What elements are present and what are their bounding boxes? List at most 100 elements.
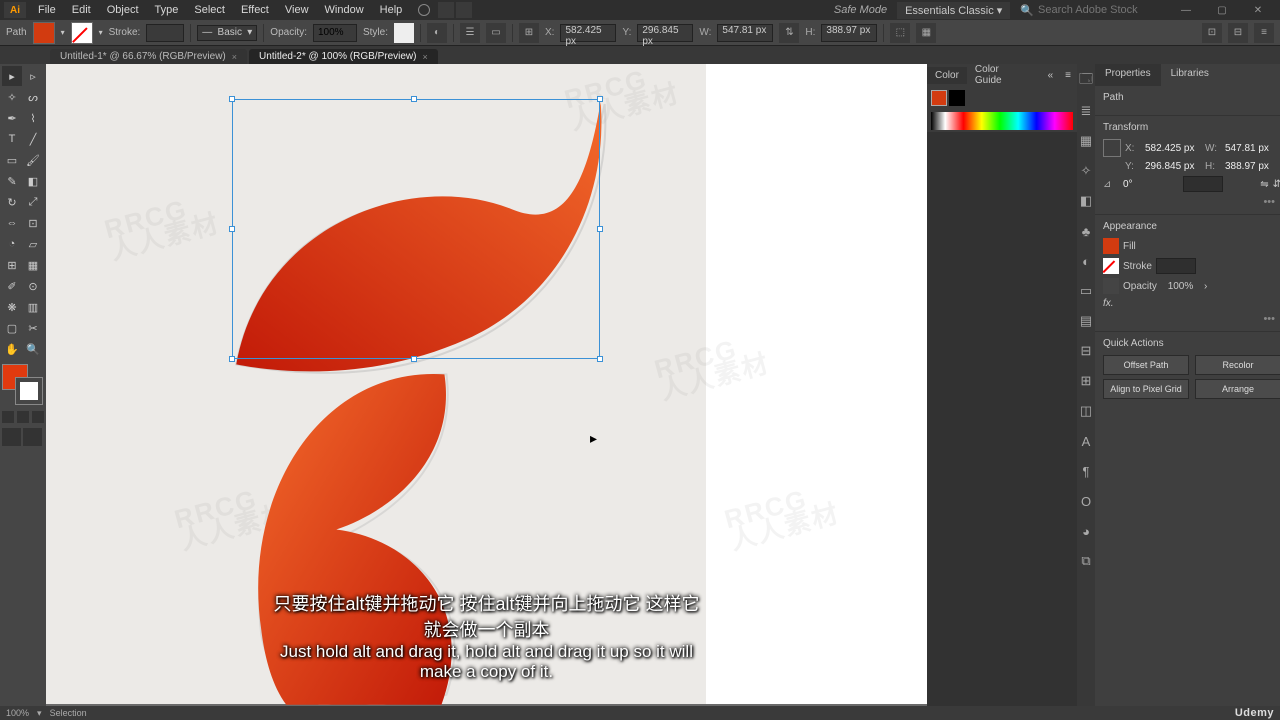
hand-tool[interactable]: ✋ <box>2 339 22 359</box>
symbols-icon[interactable]: ♣ <box>1077 222 1095 240</box>
scale-tool[interactable]: ⤢ <box>23 192 43 212</box>
offset-path-button[interactable]: Offset Path <box>1103 355 1189 375</box>
doc-tab-2[interactable]: Untitled-2* @ 100% (RGB/Preview)× <box>249 49 438 64</box>
line-tool[interactable]: ╱ <box>23 129 43 149</box>
zoom-tool[interactable]: 🔍 <box>23 339 43 359</box>
rotate-tool[interactable]: ↻ <box>2 192 22 212</box>
angle-dropdown[interactable] <box>1183 176 1223 192</box>
draw-normal-icon[interactable] <box>2 428 21 446</box>
menu-file[interactable]: File <box>30 2 64 18</box>
direct-select-tool[interactable]: ▹ <box>23 66 43 86</box>
symbol-sprayer-tool[interactable]: ❋ <box>2 297 22 317</box>
align-panel-icon[interactable]: ⊟ <box>1077 342 1095 360</box>
stack-icon[interactable]: ⧉ <box>1077 552 1095 570</box>
brush-picker[interactable]: — Basic ▾ <box>197 25 257 41</box>
tab-properties[interactable]: Properties <box>1095 64 1161 86</box>
color-spectrum[interactable] <box>931 112 1073 130</box>
color-mode-icon[interactable] <box>2 411 14 423</box>
x-field[interactable]: 582.425 px <box>1145 143 1201 154</box>
stock-search[interactable]: 🔍 <box>1020 4 1168 17</box>
tab-libraries[interactable]: Libraries <box>1161 64 1219 86</box>
blend-tool[interactable]: ⊙ <box>23 276 43 296</box>
fill-stroke-control[interactable] <box>2 364 44 406</box>
appearance-icon[interactable]: ◕ <box>1077 522 1095 540</box>
opacity-input[interactable] <box>313 24 357 42</box>
search-icon[interactable] <box>418 4 430 16</box>
stroke-weight-input[interactable] <box>146 24 184 42</box>
chevron-down-icon[interactable]: ▾ <box>99 28 103 37</box>
align-icon[interactable]: ☰ <box>460 23 480 43</box>
rectangle-tool[interactable]: ▭ <box>2 150 22 170</box>
more-options-icon[interactable]: ••• <box>1103 313 1280 325</box>
menu-select[interactable]: Select <box>186 2 233 18</box>
mask-icon[interactable]: ▦ <box>916 23 936 43</box>
gpu-icon[interactable] <box>456 2 472 18</box>
shaper-tool[interactable]: ✎ <box>2 171 22 191</box>
lasso-tool[interactable]: ᔕ <box>23 87 43 107</box>
menu-type[interactable]: Type <box>147 2 187 18</box>
w-field[interactable]: 547.81 px <box>1225 143 1280 154</box>
doc-tab-1[interactable]: Untitled-1* @ 66.67% (RGB/Preview)× <box>50 49 247 64</box>
window-minimize[interactable]: — <box>1168 5 1204 16</box>
flip-v-icon[interactable]: ⇵ <box>1273 179 1280 190</box>
h-field[interactable]: 388.97 px <box>1225 161 1280 172</box>
graphic-style-swatch[interactable] <box>394 23 414 43</box>
gradient-tool[interactable]: ▦ <box>23 255 43 275</box>
fx-label[interactable]: fx. <box>1103 298 1114 309</box>
tab-color[interactable]: Color <box>927 67 967 84</box>
more-options-icon[interactable]: ••• <box>1103 196 1280 208</box>
bbox-handle[interactable] <box>229 226 235 232</box>
transparency-icon[interactable]: ▤ <box>1077 312 1095 330</box>
angle-field[interactable]: 0° <box>1123 179 1179 190</box>
bbox-handle[interactable] <box>229 356 235 362</box>
reference-point-icon[interactable] <box>1103 139 1121 157</box>
gradient-icon[interactable]: ▭ <box>1077 282 1095 300</box>
asset-icon[interactable]: ▦ <box>1077 132 1095 150</box>
menu-help[interactable]: Help <box>372 2 411 18</box>
graph-tool[interactable]: ▥ <box>23 297 43 317</box>
screen-mode-icon[interactable] <box>23 428 42 446</box>
align-pixel-button[interactable]: Align to Pixel Grid <box>1103 379 1189 399</box>
width-tool[interactable]: ⇔ <box>2 213 22 233</box>
panel-menu-icon[interactable]: ≡ <box>1059 67 1077 84</box>
bbox-handle[interactable] <box>411 96 417 102</box>
menu-effect[interactable]: Effect <box>233 2 277 18</box>
close-icon[interactable]: × <box>232 52 237 62</box>
bbox-handle[interactable] <box>597 226 603 232</box>
perspective-tool[interactable]: ▱ <box>23 234 43 254</box>
selection-tool[interactable]: ▸ <box>2 66 22 86</box>
arrange-docs-icon[interactable] <box>438 2 454 18</box>
pen-tool[interactable]: ✒ <box>2 108 22 128</box>
artboard-tool[interactable]: ▢ <box>2 318 22 338</box>
menu-window[interactable]: Window <box>317 2 372 18</box>
magic-wand-tool[interactable]: ✧ <box>2 87 22 107</box>
pref-icon[interactable]: ⊡ <box>1202 23 1222 43</box>
free-transform-tool[interactable]: ⊡ <box>23 213 43 233</box>
fill-swatch[interactable] <box>1103 238 1119 254</box>
fill-swatch[interactable] <box>33 22 55 44</box>
curvature-tool[interactable]: ⌇ <box>23 108 43 128</box>
swatches-icon[interactable]: ◧ <box>1077 192 1095 210</box>
pref2-icon[interactable]: ⊟ <box>1228 23 1248 43</box>
stroke-swatch-mini[interactable] <box>949 90 965 106</box>
zoom-level[interactable]: 100% <box>6 708 29 718</box>
gradient-mode-icon[interactable] <box>17 411 29 423</box>
menu-view[interactable]: View <box>277 2 317 18</box>
eraser-tool[interactable]: ◧ <box>23 171 43 191</box>
character-icon[interactable]: A <box>1077 432 1095 450</box>
panel-collapse-icon[interactable]: « <box>1042 67 1060 84</box>
none-mode-icon[interactable] <box>32 411 44 423</box>
w-value[interactable]: 547.81 px <box>717 24 773 42</box>
bbox-handle[interactable] <box>597 356 603 362</box>
eyedropper-tool[interactable]: ✐ <box>2 276 22 296</box>
chevron-down-icon[interactable]: ▾ <box>61 28 65 37</box>
flip-h-icon[interactable]: ⇋ <box>1260 179 1268 190</box>
window-close[interactable]: ✕ <box>1240 5 1276 16</box>
stroke-color[interactable] <box>16 378 42 404</box>
canvas[interactable]: RRCG人人素材 RRCG人人素材 RRCG人人素材 RRCG人人素材 RRCG… <box>46 64 927 706</box>
bbox-handle[interactable] <box>229 96 235 102</box>
workspace-switcher[interactable]: Essentials Classic ▾ <box>897 2 1010 19</box>
recolor-icon[interactable]: ◐ <box>427 23 447 43</box>
slice-tool[interactable]: ✂ <box>23 318 43 338</box>
arrange-button[interactable]: Arrange <box>1195 379 1280 399</box>
